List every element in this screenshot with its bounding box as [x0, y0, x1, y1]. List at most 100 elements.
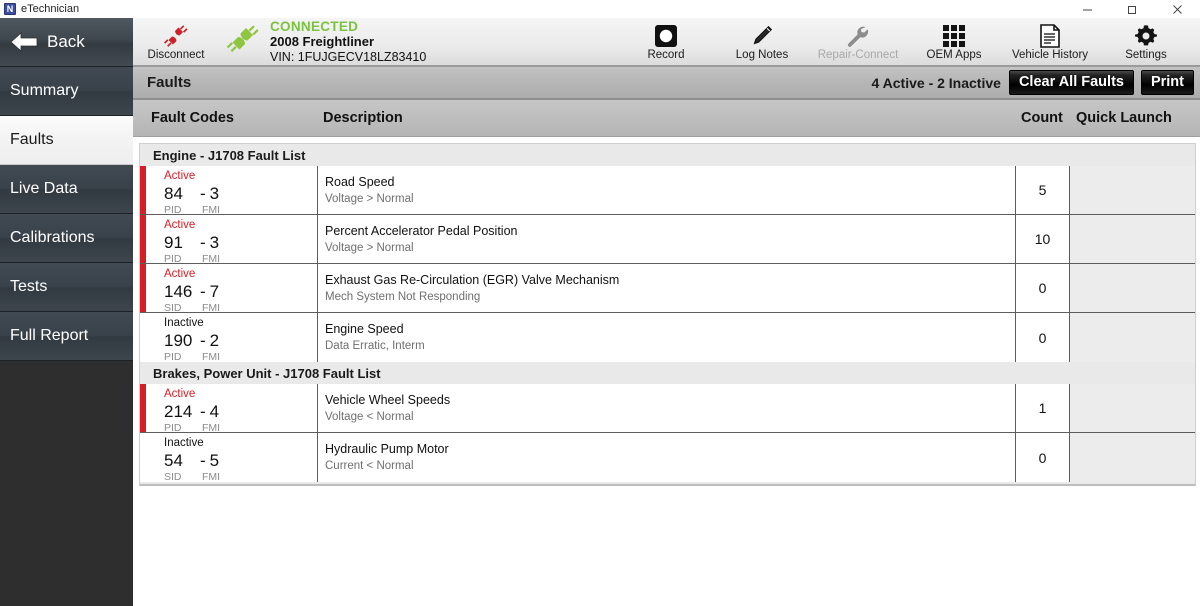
fmi-label: FMI [202, 252, 221, 265]
log-notes-button[interactable]: Log Notes [714, 18, 810, 65]
column-header-quick-launch: Quick Launch [1076, 110, 1172, 126]
sidebar-item-faults[interactable]: Faults [0, 116, 133, 165]
fault-state: Inactive [164, 317, 204, 329]
fault-description: Hydraulic Pump Motor [325, 442, 449, 456]
connection-status: CONNECTED 2008 Freightliner VIN: 1FUJGEC… [219, 18, 426, 65]
fault-count: 0 [1016, 433, 1070, 482]
fault-code-value: 146 [164, 281, 193, 301]
fault-fmi-value: 7 [209, 281, 220, 301]
fault-fmi-value: 4 [209, 401, 220, 421]
document-icon [1039, 22, 1061, 48]
settings-button[interactable]: Settings [1098, 18, 1194, 65]
disconnect-button[interactable]: Disconnect [133, 18, 219, 65]
fault-fmi-value: 2 [209, 330, 220, 350]
table-row[interactable]: Inactive 190 - 2 PID FMI Engine Speed Da… [140, 313, 1195, 363]
fault-description-cell: Road Speed Voltage > Normal [318, 166, 1016, 214]
pencil-icon [750, 22, 774, 48]
quick-launch-cell[interactable] [1070, 433, 1195, 482]
code-type-label: PID [164, 252, 182, 265]
fault-group-rows: Active 214 - 4 PID FMI Vehicle Wheel Spe… [140, 384, 1195, 483]
sidebar-item-calibrations[interactable]: Calibrations [0, 214, 133, 263]
close-icon[interactable] [1155, 0, 1200, 18]
sidebar-item-full-report[interactable]: Full Report [0, 312, 133, 361]
fault-count: 10 [1016, 215, 1070, 263]
vehicle-history-button[interactable]: Vehicle History [1002, 18, 1098, 65]
fault-state: Active [164, 170, 196, 182]
fault-description: Road Speed [325, 175, 395, 189]
page-title: Faults [147, 74, 192, 91]
fault-description-detail: Voltage < Normal [325, 410, 414, 423]
sidebar-item-label: Live Data [10, 180, 78, 197]
quick-launch-cell[interactable] [1070, 313, 1195, 362]
faults-table: Engine - J1708 Fault List Active 84 - 3 … [139, 143, 1196, 486]
fault-code-labels: PID FMI [164, 253, 317, 265]
repair-connect-button[interactable]: Repair-Connect [810, 18, 906, 65]
fault-state: Active [164, 219, 196, 231]
table-row[interactable]: Active 146 - 7 SID FMI Exhaust Gas Re-Ci… [140, 264, 1195, 314]
fault-description: Vehicle Wheel Speeds [325, 393, 451, 407]
fault-description-cell: Vehicle Wheel Speeds Voltage < Normal [318, 384, 1016, 432]
connection-status-label: CONNECTED [270, 18, 359, 34]
fault-description-detail: Mech System Not Responding [325, 290, 481, 303]
back-arrow-icon [10, 32, 38, 52]
fault-description-cell: Hydraulic Pump Motor Current < Normal [318, 433, 1016, 482]
top-toolbar: Disconnect CONNECTED 2008 Freightliner V… [133, 18, 1200, 67]
code-separator: - [200, 401, 206, 421]
toolbar-right: Record Log Notes Repair-Connect OEM Apps… [618, 18, 1200, 65]
oem-apps-button[interactable]: OEM Apps [906, 18, 1002, 65]
sidebar-item-label: Summary [10, 82, 79, 99]
quick-launch-cell[interactable] [1070, 264, 1195, 312]
fault-code-cell: Inactive 190 - 2 PID FMI [146, 313, 318, 363]
vehicle-vin: VIN: 1FUJGECV18LZ83410 [270, 49, 427, 64]
settings-label: Settings [1125, 48, 1167, 61]
table-row[interactable]: Active 91 - 3 PID FMI Percent Accelerato… [140, 215, 1195, 265]
sidebar-item-label: Calibrations [10, 229, 95, 246]
fault-count: 1 [1016, 384, 1070, 432]
fault-code-numbers: 146 - 7 [164, 282, 317, 302]
minimize-icon[interactable] [1065, 0, 1110, 18]
quick-launch-cell[interactable] [1070, 166, 1195, 214]
fault-code-cell: Active 146 - 7 SID FMI [146, 264, 318, 314]
fault-code-labels: PID FMI [164, 204, 317, 216]
disconnect-label: Disconnect [147, 48, 205, 61]
print-button[interactable]: Print [1140, 70, 1194, 95]
record-label: Record [647, 48, 685, 61]
column-header-description: Description [323, 110, 403, 126]
clear-all-faults-button[interactable]: Clear All Faults [1008, 70, 1134, 95]
vehicle-name: 2008 Freightliner [270, 34, 375, 50]
window-title-bar: N eTechnician [0, 0, 1200, 18]
table-row[interactable]: Active 84 - 3 PID FMI Road Speed Voltage… [140, 166, 1195, 216]
table-row[interactable]: Active 214 - 4 PID FMI Vehicle Wheel Spe… [140, 384, 1195, 434]
fmi-label: FMI [202, 470, 221, 483]
fault-description: Exhaust Gas Re-Circulation (EGR) Valve M… [325, 273, 620, 287]
record-button[interactable]: Record [618, 18, 714, 65]
toolbar-left: Disconnect CONNECTED 2008 Freightliner V… [133, 18, 427, 65]
fault-description: Percent Accelerator Pedal Position [325, 224, 518, 238]
code-type-label: PID [164, 421, 182, 434]
fault-code-labels: SID FMI [164, 471, 317, 483]
fault-description-detail: Data Erratic, Interm [325, 339, 425, 352]
fault-description: Engine Speed [325, 322, 404, 336]
maximize-icon[interactable] [1110, 0, 1155, 18]
fault-group-header: Brakes, Power Unit - J1708 Fault List [140, 362, 1195, 384]
code-separator: - [200, 232, 206, 252]
fault-code-cell: Active 84 - 3 PID FMI [146, 166, 318, 216]
fault-group-rows: Active 84 - 3 PID FMI Road Speed Voltage… [140, 166, 1195, 363]
back-button[interactable]: Back [0, 18, 133, 67]
window-title: eTechnician [21, 3, 80, 15]
quick-launch-cell[interactable] [1070, 384, 1195, 432]
fault-code-numbers: 214 - 4 [164, 402, 317, 422]
quick-launch-cell[interactable] [1070, 215, 1195, 263]
sidebar-item-label: Full Report [10, 327, 89, 344]
fault-group-header: Engine - J1708 Fault List [140, 144, 1195, 166]
log-notes-label: Log Notes [735, 48, 789, 61]
code-separator: - [200, 281, 206, 301]
table-row[interactable]: Inactive 54 - 5 SID FMI Hydraulic Pump M… [140, 433, 1195, 483]
fault-code-cell: Inactive 54 - 5 SID FMI [146, 433, 318, 483]
sidebar-item-tests[interactable]: Tests [0, 263, 133, 312]
fault-description-cell: Percent Accelerator Pedal Position Volta… [318, 215, 1016, 263]
sidebar-item-live-data[interactable]: Live Data [0, 165, 133, 214]
sidebar-item-summary[interactable]: Summary [0, 67, 133, 116]
connected-plug-icon [225, 23, 261, 60]
window-controls [1065, 0, 1200, 18]
